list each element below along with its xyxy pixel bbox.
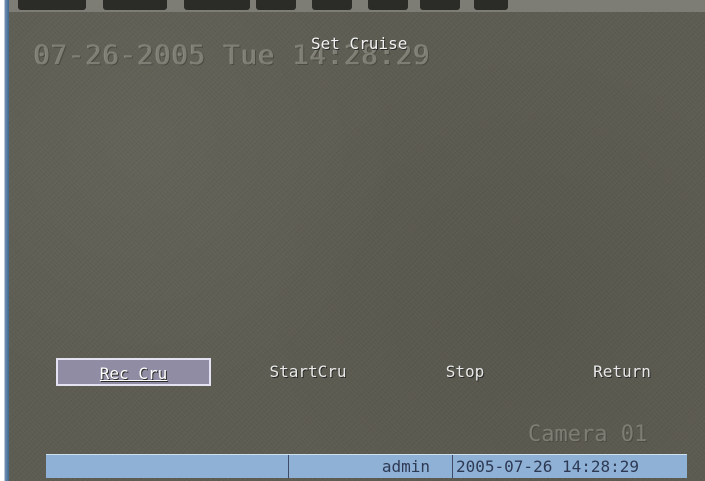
status-user: admin <box>381 457 430 476</box>
rec-cruise-label: Rec Cru <box>99 364 168 383</box>
status-channel <box>46 455 288 478</box>
top-edge-block <box>368 0 408 10</box>
top-edge-block <box>312 0 352 10</box>
top-edge-block <box>420 0 460 10</box>
stop-button[interactable]: Stop <box>430 358 500 386</box>
top-edge-block <box>103 0 167 10</box>
top-edge-block <box>18 0 86 10</box>
return-button[interactable]: Return <box>574 358 670 386</box>
status-datetime: 2005-07-26 14:28:29 <box>456 457 640 476</box>
status-bar: admin 2005-07-26 14:28:29 <box>46 454 687 478</box>
camera-label: Camera 01 <box>528 422 648 447</box>
status-divider <box>452 455 453 478</box>
return-label: Return <box>593 362 651 381</box>
rec-cruise-button[interactable]: Rec Cru <box>56 358 211 386</box>
menu-title: Set Cruise <box>311 34 408 53</box>
start-cruise-label: StartCru <box>269 362 347 381</box>
screen-left-border <box>0 0 9 481</box>
start-cruise-button[interactable]: StartCru <box>252 358 364 386</box>
dvr-screen: 07-26-2005 Tue 14:28:29 Set Cruise Rec C… <box>0 0 705 481</box>
stop-label: Stop <box>445 362 485 381</box>
top-edge-block <box>474 0 508 10</box>
top-edge-block <box>184 0 250 10</box>
top-edge-block <box>256 0 296 10</box>
